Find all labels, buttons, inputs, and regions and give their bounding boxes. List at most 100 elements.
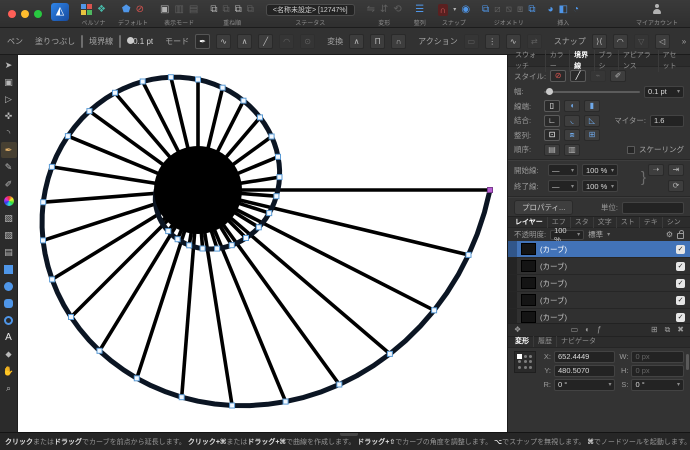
mode-lasso-icon[interactable]: ◠ (279, 34, 294, 49)
order-back-icon[interactable]: ▥ (564, 144, 580, 156)
curve-node[interactable] (244, 236, 249, 241)
layers-tab-文字[interactable]: 文字 (594, 217, 617, 228)
opacity-field[interactable]: 100 %▾ (550, 230, 584, 240)
flip-horizontal-icon[interactable]: ⇋ (367, 4, 375, 16)
layer-visibility-checkbox[interactable]: ✓ (676, 313, 685, 322)
action-close-icon[interactable]: ⋮ (485, 34, 500, 49)
move-tool[interactable]: ➤ (1, 57, 17, 73)
splitter-handle[interactable] (340, 433, 358, 436)
move-to-back-icon[interactable]: ⧉ (247, 4, 254, 16)
curve-node[interactable] (175, 237, 180, 242)
text-tool[interactable]: A (1, 329, 17, 345)
toolbar-overflow-chevron[interactable]: » (682, 37, 686, 46)
layer-row[interactable]: (カーブ)✓ (508, 309, 690, 323)
account-person-icon[interactable] (652, 4, 662, 15)
curve-node[interactable] (283, 399, 288, 404)
canvas[interactable] (18, 55, 507, 432)
join-miter-icon[interactable]: ∟ (544, 115, 560, 127)
layers-tab-シン[interactable]: シン (663, 217, 685, 228)
layer-visibility-checkbox[interactable]: ✓ (676, 245, 685, 254)
curve-node[interactable] (134, 376, 139, 381)
start-arrow-style[interactable]: —▾ (548, 164, 578, 176)
pixel-persona-icon[interactable] (81, 4, 92, 15)
layer-row[interactable]: (カーブ)✓ (508, 292, 690, 309)
fill-swatch-none[interactable] (81, 35, 83, 48)
convert-smart-icon[interactable]: ∩ (391, 34, 406, 49)
stroke-width-field[interactable]: 0.1 pt▾ (644, 86, 684, 98)
layer-visibility-checkbox[interactable]: ✓ (676, 262, 685, 271)
curve-node[interactable] (97, 348, 102, 353)
flip-vertical-icon[interactable]: ⇵ (380, 4, 388, 16)
pixel-view-icon[interactable]: ▥ (174, 4, 183, 16)
duplicate-layer-icon[interactable]: ⧉ (665, 325, 671, 335)
alignment-icon[interactable]: ☰ (415, 4, 424, 16)
layer-visibility-checkbox[interactable]: ✓ (676, 279, 685, 288)
gradient-tool[interactable]: ▧ (1, 210, 17, 226)
stroke-width-slider-panel[interactable] (544, 91, 640, 93)
convert-smooth-icon[interactable]: Π (370, 34, 385, 49)
snapping-dropdown-icon[interactable]: ▾ (453, 4, 456, 16)
join-bevel-icon[interactable]: ◺ (584, 115, 600, 127)
curve-node[interactable] (65, 134, 70, 139)
vector-brush-tool[interactable]: ✐ (1, 176, 17, 192)
arrow-place-inside-icon[interactable]: ➝ (648, 164, 664, 176)
x-field[interactable]: 652.4449 (554, 351, 615, 363)
move-to-front-icon[interactable]: ⧉ (210, 4, 217, 16)
blend-options-icon[interactable]: ❖ (514, 325, 521, 334)
snap-geometry-icon[interactable]: ◠ (613, 34, 628, 49)
layers-tab-スト[interactable]: スト (617, 217, 640, 228)
default-shape-icon[interactable]: ⬟ (122, 4, 131, 16)
curve-node[interactable] (196, 77, 201, 82)
nautilus-spiral-drawing[interactable] (18, 55, 507, 432)
ellipse-tool[interactable] (1, 278, 17, 294)
action-join-icon[interactable]: ⇄ (527, 34, 542, 49)
move-backward-icon[interactable]: ⧉ (235, 4, 242, 16)
cap-square-icon[interactable]: ▮ (584, 100, 600, 112)
curve-node[interactable] (337, 382, 342, 387)
insert-top-icon[interactable]: ◧ (559, 4, 568, 16)
layer-thumbnail[interactable] (521, 311, 536, 323)
snap-candidates-icon[interactable]: ◉ (461, 4, 470, 16)
curve-node[interactable] (274, 194, 279, 199)
swap-arrows-icon[interactable]: ⟳ (668, 180, 684, 192)
insert-inside-icon[interactable]: ◔ (573, 4, 579, 16)
boolean-intersect-icon[interactable]: ⧅ (506, 4, 512, 16)
curve-node[interactable] (113, 90, 118, 95)
curve-node[interactable] (258, 115, 263, 120)
convert-sharp-icon[interactable]: ∧ (349, 34, 364, 49)
rotation-field[interactable]: 0 °▾ (554, 379, 615, 391)
layer-name[interactable]: (カーブ) (540, 244, 567, 255)
boolean-add-icon[interactable]: ⧉ (482, 4, 489, 16)
curve-node[interactable] (432, 308, 437, 313)
curve-node[interactable] (230, 403, 235, 408)
transform-tab-変形[interactable]: 変形 (511, 336, 534, 347)
layer-row[interactable]: (カーブ)✓ (508, 275, 690, 292)
h-field[interactable]: 0 px (631, 365, 684, 377)
layer-effects-icon[interactable]: ƒ (597, 325, 601, 334)
arrow-place-outside-icon[interactable]: ⇥ (668, 164, 684, 176)
curve-node[interactable] (215, 246, 220, 251)
zoom-tool[interactable]: ⌕ (1, 380, 17, 396)
cap-round-icon[interactable]: ◖ (564, 100, 580, 112)
insert-behind-icon[interactable]: ◕ (547, 4, 553, 16)
action-break-icon[interactable]: ▭ (464, 34, 479, 49)
boolean-combine-icon[interactable]: ⧉ (528, 4, 535, 16)
eyedropper-tool[interactable]: ⬥ (1, 346, 17, 362)
node-tool[interactable]: ▷ (1, 91, 17, 107)
end-arrow-scale[interactable]: 100 %▾ (582, 180, 618, 192)
layer-settings-gear-icon[interactable]: ⚙ (666, 230, 673, 239)
curve-node[interactable] (241, 98, 246, 103)
layer-row[interactable]: (カーブ) ✓ (508, 241, 690, 258)
rounded-rectangle-tool[interactable] (1, 295, 17, 311)
stroke-width-value[interactable]: 0.1 pt (133, 37, 153, 46)
action-smooth-icon[interactable]: ∿ (506, 34, 521, 49)
mode-smart-icon[interactable]: ∿ (216, 34, 231, 49)
layer-thumbnail[interactable] (521, 277, 536, 289)
mode-pen-icon[interactable]: ✒ (195, 34, 210, 49)
curve-node[interactable] (267, 211, 272, 216)
minimize-window-button[interactable] (21, 10, 29, 18)
curve-node[interactable] (87, 109, 92, 114)
mode-preview-icon[interactable]: ⊙ (300, 34, 315, 49)
boolean-divide-icon[interactable]: ⧆ (517, 4, 523, 16)
snapping-magnet-icon[interactable]: ∩ (438, 4, 449, 16)
